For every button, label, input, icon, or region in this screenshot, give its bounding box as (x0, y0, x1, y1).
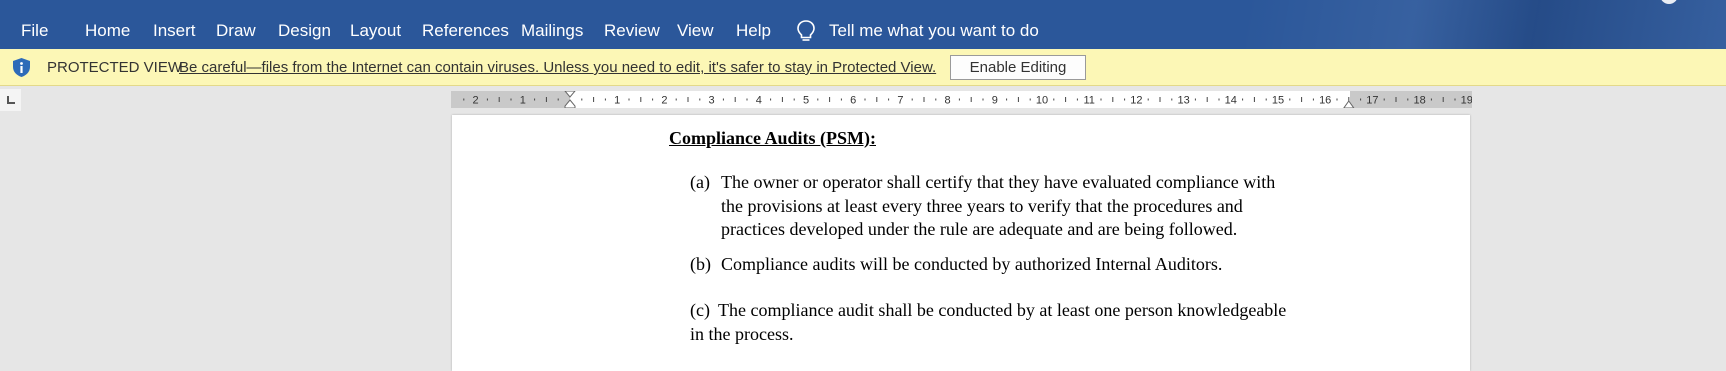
list-item-line: The compliance audit shall be conducted … (718, 300, 1287, 320)
list-item-line: practices developed under the rule are a… (721, 219, 1238, 239)
ruler-number: 5 (803, 95, 809, 107)
tab-draw[interactable]: Draw (216, 0, 256, 49)
ruler-number: 3 (709, 95, 715, 107)
ruler-number: 1 (520, 95, 526, 107)
tell-me-search[interactable]: Tell me what you want to do (795, 0, 1039, 49)
list-item-line: The owner or operator shall certify that… (721, 172, 1276, 192)
info-shield-icon (13, 58, 30, 77)
tab-layout[interactable]: Layout (350, 0, 401, 49)
ruler-number: 19 (1461, 95, 1472, 107)
ruler-number: 16 (1319, 95, 1331, 107)
ruler-scale: 2 1 1 2 3 4 5 6 7 8 9 10 11 12 13 14 15 16 17 18 19 (463, 91, 1472, 108)
list-item-label: (a) (690, 172, 710, 192)
ruler-number: 1 (614, 95, 620, 107)
ribbon-background-pattern (1246, 0, 1726, 49)
tab-mailings[interactable]: Mailings (521, 0, 583, 49)
tab-selector[interactable] (0, 89, 21, 111)
ruler-number: 8 (945, 95, 951, 107)
protected-view-label: PROTECTED VIEW (47, 59, 183, 76)
ruler-number: 2 (473, 95, 479, 107)
ruler-number: 14 (1225, 95, 1237, 107)
tab-view[interactable]: View (677, 0, 714, 49)
ruler-number: 7 (897, 95, 903, 107)
ribbon-tab-bar: File Home Insert Draw Design Layout Refe… (0, 0, 1726, 49)
list-item-line: Compliance audits will be conducted by a… (721, 254, 1223, 274)
ruler-number: 12 (1130, 95, 1142, 107)
protected-view-bar: PROTECTED VIEW Be careful—files from the… (0, 49, 1726, 86)
ruler-number: 9 (992, 95, 998, 107)
ruler-number: 10 (1036, 95, 1048, 107)
tab-insert[interactable]: Insert (153, 0, 196, 49)
document-page[interactable]: Compliance Audits (PSM): (a) The owner o… (452, 115, 1470, 371)
tab-references[interactable]: References (422, 0, 509, 49)
tell-me-text: Tell me what you want to do (829, 21, 1039, 40)
horizontal-ruler[interactable]: 2 1 1 2 3 4 5 6 7 8 9 10 11 12 13 14 15 16 17 18 19 (451, 91, 1472, 108)
list-item-line: the provisions at least every three year… (721, 196, 1243, 216)
ruler-number: 6 (850, 95, 856, 107)
ruler-number: 4 (756, 95, 762, 107)
left-tab-stop-icon (7, 96, 15, 104)
list-item-label: (b) (690, 254, 711, 274)
ruler-number: 11 (1083, 95, 1094, 107)
ruler-number: 18 (1413, 95, 1425, 107)
enable-editing-button[interactable]: Enable Editing (950, 55, 1086, 80)
list-item-label: (c) (690, 300, 710, 320)
ruler-number: 17 (1366, 95, 1378, 107)
tab-design[interactable]: Design (278, 0, 331, 49)
tab-home[interactable]: Home (85, 0, 130, 49)
tab-help[interactable]: Help (736, 0, 771, 49)
lightbulb-icon (797, 20, 815, 41)
protected-view-message-link[interactable]: Be careful—files from the Internet can c… (179, 49, 936, 86)
ruler-number: 15 (1272, 95, 1284, 107)
section-heading: Compliance Audits (PSM): (669, 128, 876, 148)
right-indent-marker[interactable] (1343, 100, 1355, 108)
tab-file[interactable]: File (21, 0, 48, 49)
list-item-line: in the process. (690, 324, 794, 344)
tab-review[interactable]: Review (604, 0, 660, 49)
left-indent-marker[interactable] (564, 91, 576, 108)
ruler-number: 13 (1177, 95, 1189, 107)
ruler-number: 2 (661, 95, 667, 107)
